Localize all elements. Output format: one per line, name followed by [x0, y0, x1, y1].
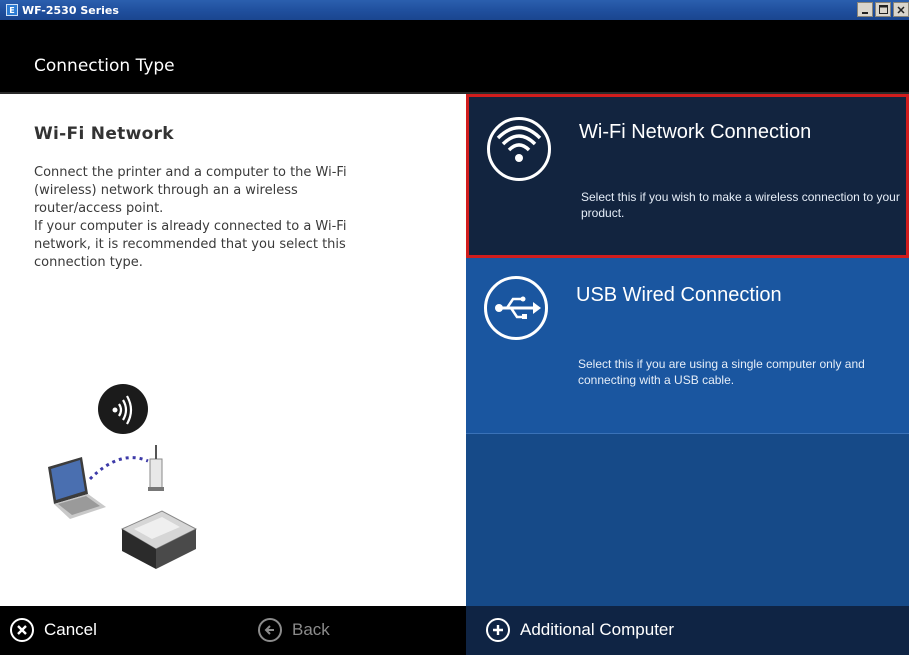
cancel-label: Cancel	[44, 620, 97, 639]
maximize-button[interactable]	[875, 2, 891, 17]
app-icon: E	[6, 4, 18, 16]
usb-wired-connection-option[interactable]: USB Wired Connection Select this if you …	[466, 258, 909, 434]
usb-option-description: Select this if you are using a single co…	[578, 357, 865, 387]
footer-additional: Additional Computer	[466, 606, 909, 655]
empty-option-area	[466, 434, 909, 606]
additional-computer-label: Additional Computer	[520, 620, 675, 639]
header-band: Connection Type	[0, 20, 909, 92]
wifi-icon	[487, 117, 551, 181]
wifi-badge-icon	[98, 384, 148, 434]
connection-dots	[88, 456, 149, 481]
minimize-icon	[862, 11, 868, 14]
back-arrow-icon	[258, 618, 282, 642]
description-title: Wi-Fi Network	[34, 124, 174, 144]
back-label: Back	[292, 620, 330, 639]
plus-icon	[486, 618, 510, 642]
maximize-icon	[878, 5, 888, 14]
close-icon	[897, 5, 905, 14]
usb-option-title: USB Wired Connection	[576, 284, 782, 306]
page-title: Connection Type	[34, 56, 175, 76]
laptop-icon	[48, 457, 106, 519]
usb-icon	[484, 276, 548, 340]
window-controls	[857, 2, 909, 17]
footer-navigation: Cancel Back	[0, 606, 466, 655]
printer-icon	[120, 510, 198, 569]
window-title: WF-2530 Series	[22, 3, 119, 17]
wifi-network-connection-option[interactable]: Wi-Fi Network Connection Select this if …	[466, 94, 909, 258]
wifi-option-description: Select this if you wish to make a wirele…	[581, 190, 900, 220]
wifi-setup-illustration	[48, 384, 198, 569]
cancel-button[interactable]: Cancel	[10, 618, 97, 642]
window-title-bar: E WF-2530 Series	[0, 0, 909, 20]
router-icon	[148, 445, 164, 491]
minimize-button[interactable]	[857, 2, 873, 17]
cancel-icon	[10, 618, 34, 642]
connection-options-panel: Wi-Fi Network Connection Select this if …	[466, 94, 909, 606]
close-button[interactable]	[893, 2, 909, 17]
back-button[interactable]: Back	[258, 618, 330, 642]
description-panel: Wi-Fi Network Connect the printer and a …	[0, 94, 466, 606]
wifi-option-title: Wi-Fi Network Connection	[579, 121, 812, 143]
description-text: Connect the printer and a computer to th…	[34, 165, 347, 270]
additional-computer-button[interactable]: Additional Computer	[486, 618, 674, 642]
